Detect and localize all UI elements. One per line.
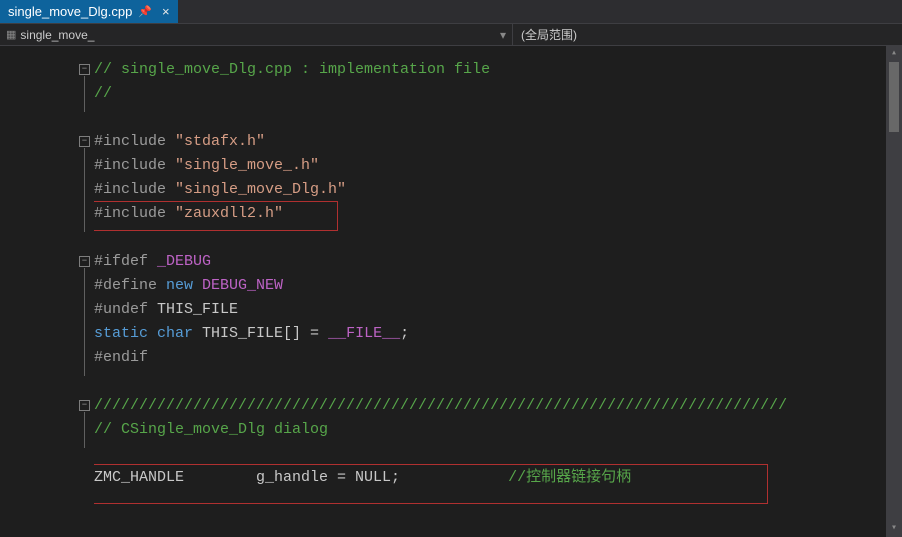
nav-context-dropdown[interactable]: ▦ single_move_ ▾	[0, 28, 512, 42]
code-text: THIS_FILE[] =	[193, 325, 328, 342]
code-comment: //	[94, 85, 112, 102]
code-macro: __FILE__	[328, 325, 400, 342]
code-keyword: char	[148, 325, 193, 342]
code-pp: #ifdef	[94, 253, 157, 270]
code-pp: #undef	[94, 301, 157, 318]
nav-bar: ▦ single_move_ ▾ (全局范围)	[0, 24, 902, 46]
code-keyword: static	[94, 325, 148, 342]
tab-filename: single_move_Dlg.cpp	[8, 4, 132, 19]
chevron-down-icon: ▾	[500, 28, 512, 42]
code-pp: #include	[94, 133, 175, 150]
code-comment: // CSingle_move_Dlg dialog	[94, 421, 328, 438]
nav-scope-text: (全局范围)	[521, 26, 577, 43]
vertical-scrollbar[interactable]: ▴ ▾	[886, 46, 902, 537]
fold-toggle[interactable]: −	[79, 400, 90, 411]
code-pp: #define	[94, 277, 166, 294]
code-string: "single_move_Dlg.h"	[175, 181, 346, 198]
code-string: "zauxdll2.h"	[175, 205, 283, 222]
code-editor[interactable]: − − − − // single_move_Dlg.cpp : impleme…	[0, 46, 902, 537]
code-macro: DEBUG_NEW	[193, 277, 283, 294]
editor-gutter: − − − −	[0, 46, 94, 537]
code-pp: #endif	[94, 349, 148, 366]
scrollbar-thumb[interactable]	[889, 62, 899, 132]
code-macro: _DEBUG	[157, 253, 211, 270]
fold-toggle[interactable]: −	[79, 136, 90, 147]
fold-guide	[84, 148, 85, 232]
code-pp: #include	[94, 157, 175, 174]
code-keyword: new	[166, 277, 193, 294]
code-area[interactable]: // single_move_Dlg.cpp : implementation …	[94, 46, 902, 537]
pin-icon[interactable]: 📌	[138, 5, 152, 18]
code-comment: //控制器链接句柄	[508, 469, 631, 486]
scroll-down-arrow[interactable]: ▾	[886, 521, 902, 537]
file-tab[interactable]: single_move_Dlg.cpp 📌 ×	[0, 0, 178, 23]
code-ident: THIS_FILE	[157, 301, 238, 318]
nav-context-text: single_move_	[20, 28, 94, 42]
scroll-up-arrow[interactable]: ▴	[886, 46, 902, 62]
fold-toggle[interactable]: −	[79, 256, 90, 267]
tab-bar: single_move_Dlg.cpp 📌 ×	[0, 0, 902, 24]
fold-guide	[84, 412, 85, 448]
fold-guide	[84, 268, 85, 376]
code-comment: // single_move_Dlg.cpp : implementation …	[94, 61, 490, 78]
close-icon[interactable]: ×	[162, 4, 170, 19]
code-pp: #include	[94, 205, 175, 222]
code-string: "stdafx.h"	[175, 133, 265, 150]
fold-guide	[84, 76, 85, 112]
project-icon: ▦	[6, 28, 16, 41]
code-text: ;	[400, 325, 409, 342]
code-text: ZMC_HANDLE g_handle = NULL;	[94, 469, 508, 486]
fold-toggle[interactable]: −	[79, 64, 90, 75]
nav-scope-dropdown[interactable]: (全局范围)	[512, 24, 577, 45]
code-comment: ////////////////////////////////////////…	[94, 397, 787, 414]
code-pp: #include	[94, 181, 175, 198]
code-string: "single_move_.h"	[175, 157, 319, 174]
